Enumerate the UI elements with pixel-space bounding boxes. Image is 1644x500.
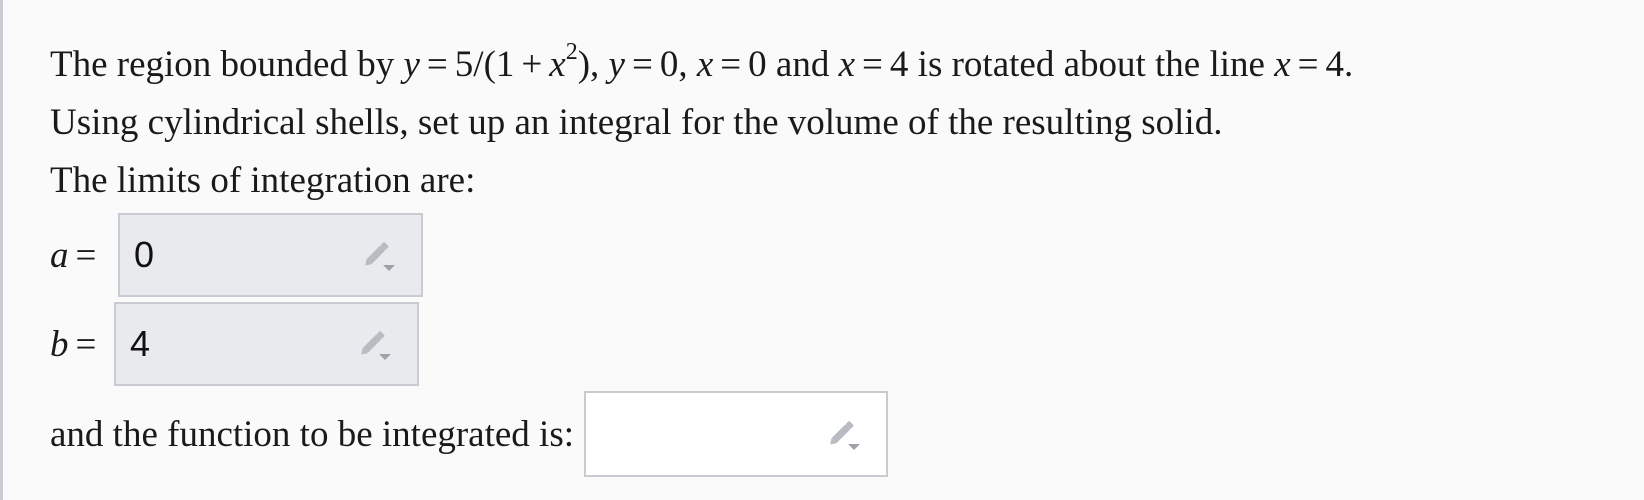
problem-statement: The region bounded by y = 5/(1 + x2), y = 0, x… [50,36,1630,210]
math-x-3: x [838,44,856,85]
function-row: and the function to be integrated is: [50,391,889,477]
problem-text-and: and [775,44,830,85]
math-x-2: x [696,44,714,85]
math-zero: 0 [659,44,679,85]
math-close-paren: ), [577,44,600,85]
math-equals-2: = [631,44,653,85]
math-plus: + [521,44,543,85]
limit-a-variable: a [50,234,69,276]
problem-line-3: The limits of integration are: [50,160,476,201]
limit-a-input[interactable]: 0 [118,213,423,297]
math-equals: = [426,44,448,85]
pencil-dropdown-icon[interactable] [355,324,395,364]
math-four: 4 [889,44,909,85]
limit-b-row: b = 4 [50,302,419,386]
math-x-4: x [1274,44,1291,85]
math-x: x [549,44,566,85]
problem-line-1: The region bounded by y = 5/(1 + x2), y = 0, x… [50,36,1630,94]
math-fraction-start: 5/(1 [454,44,515,85]
limit-a-equals: = [75,234,97,276]
limit-a-value: 0 [134,234,155,275]
math-equals-4: = [862,44,883,85]
problem-period: . [1344,44,1354,85]
math-exponent: 2 [565,38,578,65]
math-y: y [403,44,420,85]
math-equals-5: = [1297,44,1319,85]
problem-text-rotated: is rotated about the line [917,44,1265,85]
pencil-dropdown-icon[interactable] [824,414,864,454]
math-zero-2: 0 [748,44,767,85]
limit-b-label: b = [50,323,116,366]
problem-text-1: The region bounded by [50,44,395,85]
limit-a-label: a = [50,234,116,277]
problem-line-2: Using cylindrical shells, set up an inte… [50,102,1223,143]
limit-b-variable: b [50,323,69,365]
limit-a-row: a = 0 [50,213,423,297]
limit-b-value: 4 [130,323,151,364]
math-four-2: 4 [1325,44,1345,85]
limit-b-input[interactable]: 4 [114,302,419,386]
math-y-2: y [608,44,625,85]
pencil-dropdown-icon[interactable] [359,235,399,275]
math-comma: , [678,44,688,85]
function-input[interactable] [584,391,889,477]
function-prompt: and the function to be integrated is: [50,413,575,455]
left-border-rule [0,0,3,500]
math-equals-3: = [720,44,742,85]
limit-b-equals: = [75,323,97,365]
